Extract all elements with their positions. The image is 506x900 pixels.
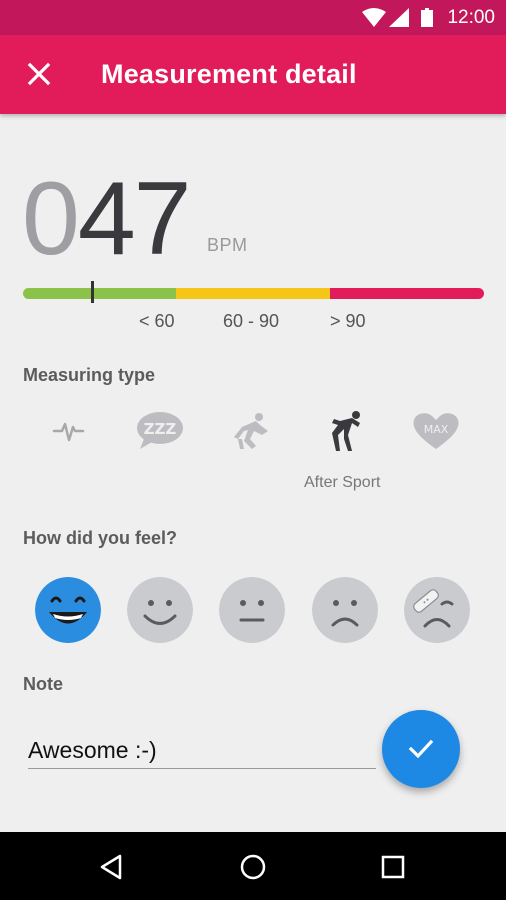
range-low-segment <box>23 288 176 299</box>
note-heading: Note <box>23 674 63 694</box>
measuring-type-heading: Measuring type <box>23 365 156 385</box>
very-happy-face[interactable] <box>35 577 101 643</box>
note-input[interactable] <box>28 732 376 769</box>
range-label-high: > 90 <box>330 311 366 331</box>
home-icon[interactable] <box>236 850 270 884</box>
bpm-leading-digit: 0 <box>22 161 80 277</box>
range-marker <box>91 281 94 303</box>
bpm-main-digits: 47 <box>77 161 192 277</box>
sad-face[interactable] <box>312 577 378 643</box>
start-position-icon[interactable] <box>222 409 282 453</box>
max-heart-label: MAX <box>424 423 449 436</box>
selected-measuring-type-label: After Sport <box>304 474 381 491</box>
check-icon <box>408 739 434 759</box>
page-title: Measurement detail <box>101 59 357 89</box>
measurement-content: 047 BPM < 60 60 - 90 > 90 Measuring type… <box>0 114 506 832</box>
back-icon[interactable] <box>95 850 129 884</box>
battery-icon <box>421 8 433 27</box>
save-fab-button[interactable] <box>382 710 460 788</box>
range-normal-segment <box>176 288 330 299</box>
wifi-icon <box>362 8 386 27</box>
range-high-segment <box>330 288 484 299</box>
happy-face[interactable] <box>127 577 193 643</box>
range-label-low: < 60 <box>139 311 175 331</box>
bpm-value: 047 <box>22 167 192 271</box>
app-bar: Measurement detail <box>0 35 506 114</box>
neutral-face[interactable] <box>219 577 285 643</box>
feeling-heading: How did you feel? <box>23 528 178 548</box>
system-nav-bar <box>0 832 506 900</box>
sleep-icon[interactable]: ZZZ <box>130 409 190 453</box>
hurt-face[interactable] <box>404 577 470 643</box>
sleep-icon-label: ZZZ <box>144 420 177 438</box>
pulse-icon[interactable] <box>38 409 98 453</box>
bpm-unit: BPM <box>207 235 248 255</box>
after-sport-icon[interactable] <box>314 409 374 453</box>
status-bar: 12:00 <box>0 0 506 35</box>
signal-icon <box>389 8 409 27</box>
max-heart-icon[interactable]: MAX <box>406 409 466 453</box>
range-label-normal: 60 - 90 <box>223 311 280 331</box>
close-icon[interactable] <box>22 57 56 91</box>
status-time: 12:00 <box>447 7 495 28</box>
recents-icon[interactable] <box>376 850 410 884</box>
